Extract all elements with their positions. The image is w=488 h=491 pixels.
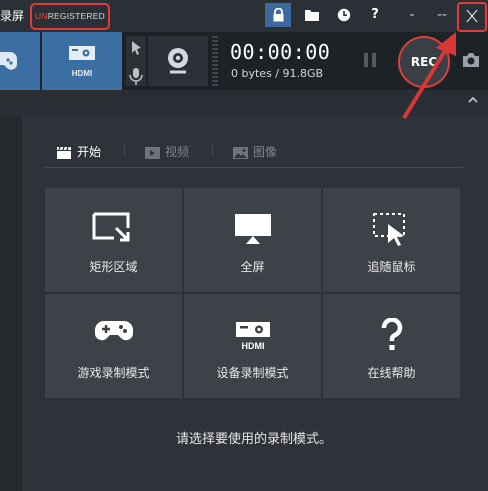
restore-button[interactable]: -- [430, 4, 454, 26]
follow-mouse-icon [372, 213, 405, 246]
app-title: 录屏 [0, 9, 25, 23]
unregistered-badge[interactable]: UNREGISTERED [30, 3, 110, 30]
question-icon [381, 318, 402, 350]
file-size-status: 0 bytes / 91.8GB [231, 67, 324, 80]
mode-tile-follow-mouse[interactable]: 追随鼠标 [323, 188, 460, 292]
lock-icon [273, 7, 283, 22]
dash-icon: -- [436, 7, 448, 23]
mode-label: 在线帮助 [367, 366, 416, 380]
tabs-divider [45, 167, 463, 168]
cursor-mic-column [126, 36, 146, 86]
minimize-button[interactable]: - [400, 4, 424, 26]
image-icon [233, 146, 248, 159]
webcam-icon [168, 48, 188, 74]
hdmi-device-icon [69, 46, 95, 60]
help-button[interactable]: ? [362, 3, 388, 27]
mode-tile-device[interactable]: HDMI 设备录制模式 [184, 294, 321, 398]
registration-prefix: UN [35, 11, 48, 21]
recording-timer: 00:00:00 [230, 40, 331, 64]
chevron-up-icon[interactable] [466, 93, 480, 107]
tab-separator [124, 145, 125, 157]
mode-label: 矩形区域 [89, 260, 138, 274]
annotation-arrow-icon [402, 32, 456, 120]
tab-image[interactable]: 图像 [233, 143, 277, 161]
svg-text:HDMI: HDMI [241, 341, 264, 351]
tab-label: 开始 [77, 145, 102, 159]
microphone-icon[interactable] [126, 64, 146, 88]
gamepad-icon [0, 52, 17, 70]
gamepad-icon [94, 320, 133, 341]
tab-video[interactable]: 视频 [145, 143, 189, 161]
hdmi-device-icon: HDMI [235, 322, 270, 351]
tab-label: 视频 [165, 145, 190, 159]
mode-tile-rectangle[interactable]: 矩形区域 [45, 188, 182, 292]
device-mode-button[interactable]: HDMI [42, 32, 122, 90]
minimize-icon: - [409, 7, 415, 23]
hint-text: 请选择要使用的录制模式。 [175, 432, 332, 447]
mode-tile-online-help[interactable]: 在线帮助 [323, 294, 460, 398]
close-icon [466, 9, 478, 23]
mode-tile-fullscreen[interactable]: 全屏 [184, 188, 321, 292]
tab-label: 图像 [253, 145, 278, 159]
mode-label: 设备录制模式 [216, 366, 289, 380]
mode-label: 游戏录制模式 [77, 366, 150, 380]
game-mode-button[interactable] [0, 32, 40, 90]
webcam-toggle[interactable] [148, 36, 208, 86]
clock-icon [337, 8, 351, 22]
clapperboard-icon [57, 146, 71, 159]
tab-separator [212, 145, 213, 157]
mode-label: 追随鼠标 [367, 260, 416, 274]
cursor-icon[interactable] [126, 36, 146, 60]
lock-button[interactable] [265, 3, 291, 27]
mode-tile-game[interactable]: 游戏录制模式 [45, 294, 182, 398]
folder-button[interactable] [299, 3, 325, 27]
video-icon [145, 146, 160, 159]
folder-icon [305, 10, 319, 21]
hdmi-label: HDMI [71, 69, 93, 78]
pause-icon[interactable] [362, 52, 378, 68]
sidebar [0, 116, 22, 491]
schedule-button[interactable] [331, 3, 357, 27]
question-icon: ? [371, 7, 379, 22]
rectangle-area-icon [92, 212, 129, 242]
audio-level-meter [212, 36, 218, 86]
fullscreen-monitor-icon [234, 214, 271, 244]
screenshot-camera-icon[interactable] [461, 50, 481, 70]
tab-start[interactable]: 开始 [56, 143, 101, 161]
mode-label: 全屏 [240, 260, 265, 274]
registration-suffix: REGISTERED [47, 11, 105, 21]
